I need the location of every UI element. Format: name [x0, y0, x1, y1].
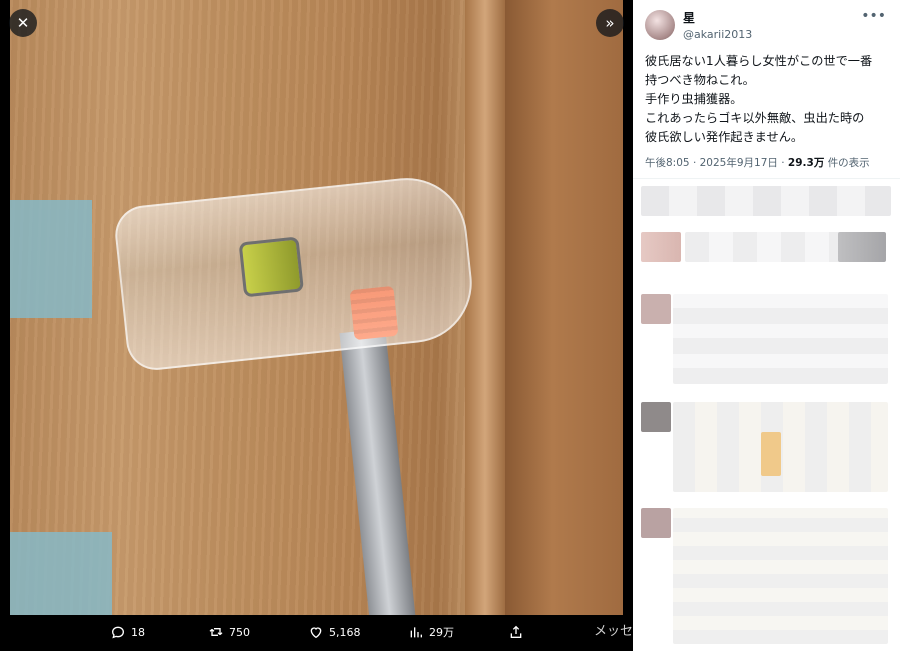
blurred-block: [685, 232, 845, 262]
bottle-neck: [238, 236, 304, 298]
truncated-message-label: メッセ: [594, 624, 633, 639]
blurred-avatar: [641, 508, 671, 538]
glass-panel-lower: [10, 532, 112, 615]
tweet-body: 彼氏居ない1人暮らし女性がこの世で一番 持つべき物ねこれ。 手作り虫捕獲器。 こ…: [645, 52, 895, 147]
tweet-line: 手作り虫捕獲器。: [645, 92, 743, 106]
tweet-line: 彼氏欲しい発作起きません。: [645, 130, 804, 144]
media-viewer: ✕ » 18 750 5,168 29万 メッセ: [0, 0, 633, 651]
author-name[interactable]: 星: [683, 9, 752, 26]
heart-icon: [310, 627, 322, 639]
door-right: [505, 0, 623, 615]
like-button[interactable]: 5,168: [308, 624, 361, 640]
tweet-meta: 午後8:05 · 2025年9月17日 · 29.3万 件の表示: [645, 155, 870, 170]
blurred-block: [641, 186, 891, 216]
views-bar-chart-icon: [410, 627, 422, 638]
blurred-avatar: [641, 294, 671, 324]
blurred-block: [838, 232, 886, 262]
retweet-icon: [209, 628, 223, 636]
author-handle[interactable]: @akarii2013: [683, 28, 752, 41]
tweet-time[interactable]: 午後8:05: [645, 157, 690, 169]
tweet-photo[interactable]: [10, 0, 623, 615]
action-bar: 18 750 5,168 29万: [0, 615, 633, 651]
reply-icon: [111, 626, 125, 639]
author-block[interactable]: 星 @akarii2013: [645, 9, 752, 41]
view-count: 29万: [429, 626, 454, 639]
views-button[interactable]: 29万: [408, 624, 454, 640]
tweet-line: 持つべき物ねこれ。: [645, 73, 755, 87]
door-frame: [465, 0, 505, 615]
more-options-icon[interactable]: •••: [861, 8, 886, 24]
divider: [633, 178, 900, 179]
tweet-panel: 星 @akarii2013 ••• 彼氏居ない1人暮らし女性がこの世で一番 持つ…: [633, 0, 900, 651]
views-suffix: 件の表示: [827, 157, 870, 169]
like-count: 5,168: [329, 625, 361, 639]
tweet-line: 彼氏居ない1人暮らし女性がこの世で一番: [645, 54, 873, 68]
blurred-block: [673, 294, 888, 384]
meta-separator: ·: [781, 157, 785, 169]
retweet-button[interactable]: 750: [208, 624, 250, 640]
meta-separator: ·: [692, 157, 697, 169]
reply-count: 18: [131, 625, 145, 639]
avatar[interactable]: [645, 10, 675, 40]
views-number: 29.3万: [787, 157, 825, 169]
blurred-avatar: [641, 232, 681, 262]
close-button[interactable]: ✕: [9, 9, 37, 37]
close-icon: ✕: [16, 14, 30, 32]
glass-panel-upper: [10, 200, 92, 318]
reply-button[interactable]: 18: [110, 624, 145, 640]
share-icon: [510, 625, 522, 638]
expand-right-icon: »: [605, 14, 615, 32]
blurred-block: [761, 432, 781, 476]
expand-panel-button[interactable]: »: [596, 9, 624, 37]
retweet-count: 750: [229, 625, 250, 639]
share-button[interactable]: [508, 624, 524, 640]
blurred-avatar: [641, 402, 671, 432]
blurred-block: [673, 508, 888, 644]
tweet-date[interactable]: 2025年9月17日: [700, 157, 778, 169]
tweet-line: これあったらゴキ以外無敵、虫出た時の: [645, 111, 865, 125]
